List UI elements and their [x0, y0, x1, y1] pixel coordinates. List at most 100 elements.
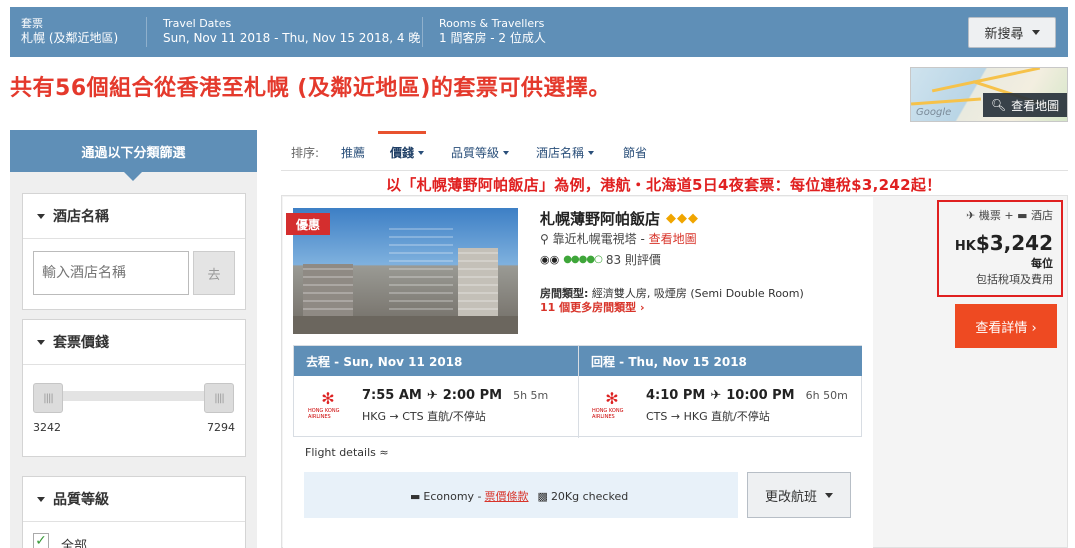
promo-banner: 以「札幌薄野阿帕飯店」為例，港航・北海道5日4夜套票：每位連稅$3,242起！ — [386, 176, 942, 194]
triangle-down-icon — [37, 213, 45, 219]
quality-filter: 品質等級 ✓ 全部 — [22, 476, 246, 548]
hotel-name-filter-toggle[interactable]: 酒店名稱 — [23, 194, 245, 239]
location-text: 靠近札幌電視塔 - — [552, 232, 649, 246]
seat-icon: ▬ — [410, 489, 421, 503]
street — [293, 316, 518, 334]
fare-info-bar: ▬ Economy - 票價條款 ▩ 20Kg checked — [304, 472, 738, 518]
map-road — [931, 68, 1041, 93]
headline-prefix: 共有 — [10, 76, 56, 101]
hotel-name-go-button[interactable]: 去 — [193, 251, 235, 295]
new-search-label: 新搜尋 — [984, 27, 1024, 42]
change-flight-label: 更改航班 — [764, 489, 817, 505]
triangle-down-icon — [37, 339, 45, 345]
tab-label: 節省 — [623, 146, 648, 160]
luggage-icon: ▩ — [537, 489, 548, 503]
quality-all-checkbox[interactable]: ✓ — [33, 533, 49, 548]
map-road — [911, 97, 982, 106]
google-logo: Google — [916, 107, 952, 118]
plane-icon: ✈ — [710, 388, 722, 403]
deal-badge: 優惠 — [286, 213, 330, 235]
return-depart: 4:10 PM — [646, 388, 706, 403]
slider-handle-max[interactable]: |||| — [204, 383, 234, 413]
price-max-value: 7294 — [207, 421, 235, 434]
change-flight-button[interactable]: 更改航班 — [747, 472, 851, 518]
hotel-name[interactable]: 札幌薄野阿帕飯店 — [540, 208, 660, 229]
rating-dots: ●●●●○ — [563, 254, 603, 265]
hotel-class-diamonds: ◆◆◆ — [666, 211, 700, 226]
caret-down-icon — [825, 492, 833, 498]
tripadvisor-owl-icon: ◉◉ — [540, 253, 560, 266]
price-per-person: 每位 — [1031, 257, 1053, 270]
sort-tab-quality[interactable]: 品質等級 — [451, 144, 510, 161]
triangle-down-icon — [37, 496, 45, 502]
map-preview[interactable]: Google 🔍︎ 查看地圖 — [910, 67, 1068, 122]
tab-label: 品質等級 — [451, 146, 500, 160]
airline-name: HONG KONG AIRLINES — [592, 408, 624, 420]
dates-value: Sun, Nov 11 2018 - Thu, Nov 15 2018, 4 晚 — [163, 31, 421, 45]
price-filter-title: 套票價錢 — [53, 335, 109, 351]
sort-tab-savings[interactable]: 節省 — [623, 144, 647, 161]
package-price: HK$3,242 — [955, 231, 1053, 255]
hotel-rating: ◉◉ ●●●●○ 83 則評價 — [540, 251, 661, 268]
price-min-value: 3242 — [33, 421, 61, 434]
dates-summary: Travel Dates Sun, Nov 11 2018 - Thu, Nov… — [163, 16, 420, 46]
outbound-airline-logo: ✻ HONG KONG AIRLINES — [308, 390, 348, 424]
package-value: 札幌 (及鄰近地區) — [21, 31, 119, 45]
filter-header-arrow — [124, 172, 142, 181]
sort-tab-price[interactable]: 價錢 — [390, 144, 425, 161]
outbound-header: 去程 - Sun, Nov 11 2018 — [294, 346, 578, 376]
sort-tab-recommended[interactable]: 推薦 — [341, 144, 365, 161]
caret-down-icon — [1031, 30, 1040, 35]
price-box: ✈ 機票 + ▬ 酒店 HK$3,242 每位 包括稅項及費用 — [937, 200, 1063, 297]
slider-handle-min[interactable]: |||| — [33, 383, 63, 413]
location-pin-icon: ⚲ — [540, 232, 549, 246]
fare-info: ▬ Economy - 票價條款 ▩ 20Kg checked — [410, 488, 628, 504]
return-arrive: 10:00 PM — [726, 388, 795, 403]
view-map-button[interactable]: 🔍︎ 查看地圖 — [983, 93, 1067, 117]
sort-bar: 排序: 推薦 價錢 品質等級 酒店名稱 節省 — [281, 131, 1068, 171]
more-room-types-link[interactable]: 11 個更多房間類型 › — [540, 299, 645, 315]
new-search-button[interactable]: 新搜尋 — [968, 17, 1056, 48]
quality-filter-title: 品質等級 — [53, 492, 109, 508]
rooms-summary: Rooms & Travellers 1 間客房 - 2 位成人 — [439, 16, 546, 46]
sort-label: 排序: — [291, 146, 320, 160]
caret-down-icon — [588, 150, 595, 155]
flight-details-toggle[interactable]: Flight details ≈ — [305, 446, 389, 459]
results-headline: 共有56個組合從香港至札幌 (及鄰近地區)的套票可供選擇。 — [10, 70, 611, 102]
fare-rules-link[interactable]: 票價條款 — [485, 488, 529, 504]
outbound-times: 7:55 AM ✈ 2:00 PM 5h 5m — [362, 388, 548, 403]
filter-header: 通過以下分類篩選 — [10, 130, 257, 172]
search-summary-bar: 套票 札幌 (及鄰近地區) Travel Dates Sun, Nov 11 2… — [10, 7, 1068, 57]
hotel-location: ⚲ 靠近札幌電視塔 - 查看地圖 — [540, 230, 697, 247]
caret-down-icon — [503, 150, 510, 155]
tab-label: 推薦 — [341, 146, 366, 160]
return-duration: 6h 50m — [805, 389, 848, 402]
view-map-link[interactable]: 查看地圖 — [649, 232, 697, 246]
search-icon: 🔍︎ — [990, 98, 1007, 112]
divider — [146, 17, 147, 47]
review-count[interactable]: 83 則評價 — [606, 251, 661, 268]
caret-down-icon — [418, 150, 425, 155]
outbound-duration: 5h 5m — [513, 389, 549, 402]
currency: HK — [954, 239, 976, 254]
price-filter-toggle[interactable]: 套票價錢 — [23, 320, 245, 365]
package-summary: 套票 札幌 (及鄰近地區) — [21, 16, 118, 46]
outbound-route: HKG → CTS 直航/不停站 — [362, 410, 486, 423]
hong-kong-airlines-logo-icon: ✻ — [321, 389, 335, 408]
price-amount: $3,242 — [975, 231, 1053, 255]
outbound-arrive: 2:00 PM — [442, 388, 503, 403]
page: 套票 札幌 (及鄰近地區) Travel Dates Sun, Nov 11 2… — [0, 0, 1075, 548]
return-times: 4:10 PM ✈ 10:00 PM 6h 50m — [646, 388, 848, 403]
quality-filter-toggle[interactable]: 品質等級 — [23, 477, 245, 522]
airline-name: HONG KONG AIRLINES — [308, 408, 340, 420]
view-map-label: 查看地圖 — [1011, 98, 1060, 113]
result-count: 56 — [55, 76, 87, 101]
flight-legs: 去程 - Sun, Nov 11 2018 回程 - Thu, Nov 15 2… — [293, 345, 862, 438]
view-details-button[interactable]: 查看詳情 › — [955, 304, 1057, 348]
cabin-class: Economy - — [423, 489, 482, 503]
dates-label: Travel Dates — [163, 17, 232, 30]
sort-tab-hotel-name[interactable]: 酒店名稱 — [536, 144, 595, 161]
rooms-label: Rooms & Travellers — [439, 17, 545, 30]
hotel-name-input[interactable] — [33, 251, 189, 295]
quality-all-label: 全部 — [61, 539, 88, 548]
